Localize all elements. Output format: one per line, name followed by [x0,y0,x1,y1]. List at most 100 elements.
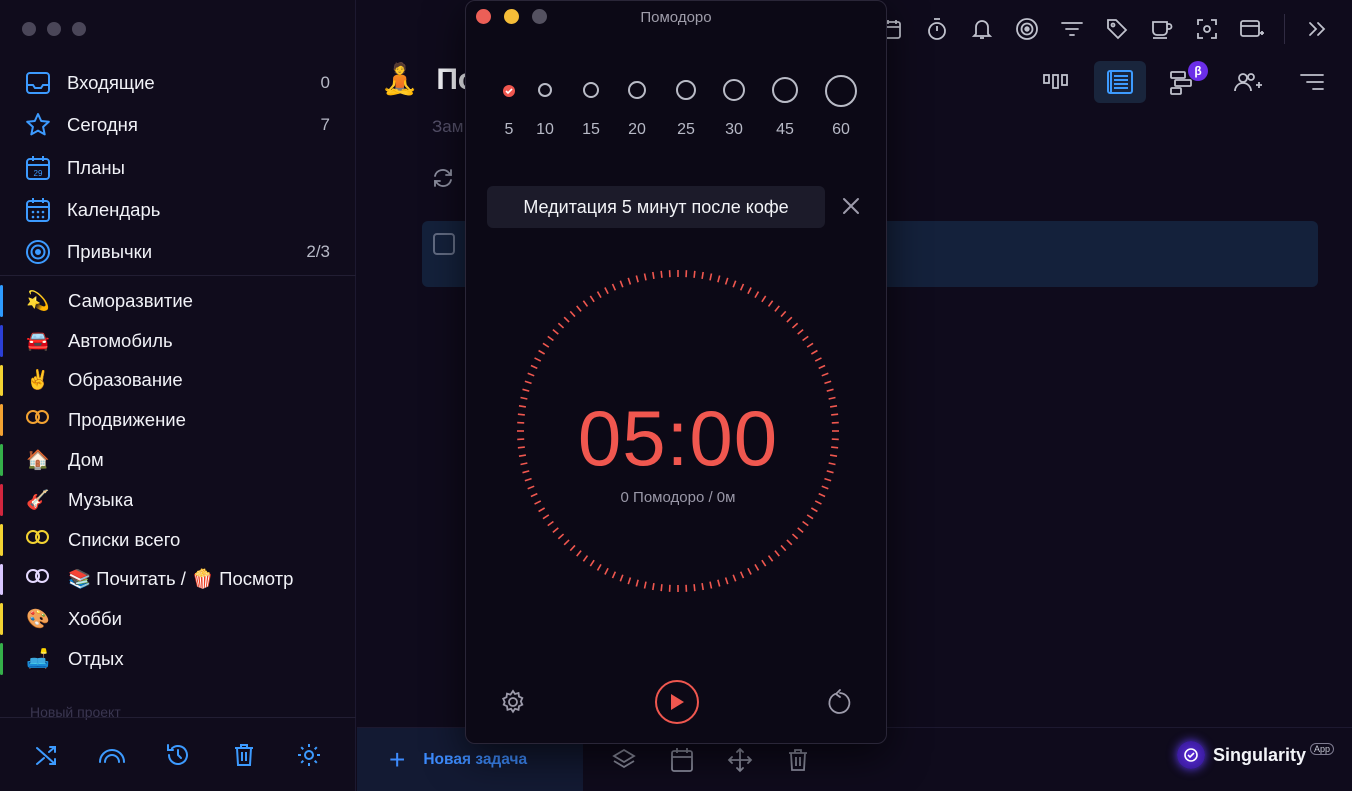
timer-tick [754,563,760,571]
project-item[interactable]: 🚘 Автомобиль [0,321,356,361]
calendar-icon[interactable] [667,744,697,776]
project-item[interactable]: 🎸 Музыка [0,480,356,520]
project-ring-icon [24,409,52,431]
tag-icon[interactable] [1104,14,1130,44]
singularity-logo-icon [1176,741,1205,769]
project-label: Образование [68,369,183,391]
timer-tick [806,342,814,348]
duration-option-45[interactable]: 45 [772,77,798,138]
project-color-bar [0,324,3,357]
focus-icon[interactable] [1194,14,1220,44]
project-label: 📚 Почитать / 🍿 Посмотреть [68,568,293,590]
habit-target-icon[interactable] [1014,14,1040,44]
project-item[interactable]: Списки всего [0,520,356,560]
coffee-icon[interactable] [1149,14,1175,44]
sort-icon[interactable] [1286,61,1338,103]
project-item[interactable]: 🎨 Хобби [0,599,356,639]
duration-option-25[interactable]: 25 [676,80,696,138]
sidebar-item-today[interactable]: Сегодня 7 [0,104,356,146]
project-item[interactable]: 🏠 Дом [0,440,356,480]
timer-tick [604,567,609,575]
filter-icon[interactable] [1059,14,1085,44]
project-list: 💫 Саморазвитие 🚘 Автомобиль ✌️ Образован… [0,281,356,679]
trash-icon[interactable] [783,744,813,776]
reset-icon[interactable] [825,687,855,717]
star-icon [24,111,52,139]
timer-tick [604,287,609,295]
play-button[interactable] [655,680,699,724]
timer-tick [767,555,774,562]
sidebar-item-calendar[interactable]: Календарь [0,189,356,231]
duration-option-30[interactable]: 30 [723,79,745,138]
gear-icon[interactable] [293,739,325,771]
close-icon[interactable] [839,194,863,218]
project-color-bar [0,404,3,437]
duration-option-5[interactable]: 5 [503,84,515,138]
timer-tick [643,581,647,589]
timer-display: 05:00 [577,394,779,482]
close-window-button[interactable] [22,22,36,36]
project-item[interactable]: ✌️ Образование [0,361,356,401]
duration-circle [538,83,552,97]
duration-selector: 5 10 15 20 25 30 45 60 [486,71,876,143]
duration-option-10[interactable]: 10 [536,83,554,138]
kanban-view-icon[interactable] [1030,61,1082,103]
move-icon[interactable] [725,744,755,776]
project-color-bar [0,444,3,476]
stopwatch-icon[interactable] [924,14,950,44]
rainbow-icon[interactable] [96,739,128,771]
history-icon[interactable] [162,739,194,771]
duration-option-60[interactable]: 60 [825,75,857,138]
duration-option-20[interactable]: 20 [628,81,646,138]
duration-circle [676,80,696,100]
list-view-icon[interactable] [1094,61,1146,103]
timer-tick [530,364,538,370]
project-label: Отдых [68,648,124,670]
shuffle-icon[interactable] [31,739,63,771]
timer-tick [611,283,617,291]
timer-tick [660,584,663,592]
sidebar-nav: Входящие 0 Сегодня 7 29 Планы Календарь [0,62,356,273]
repeat-icon[interactable] [431,166,455,195]
trash-icon[interactable] [228,739,260,771]
project-item[interactable]: 💫 Саморазвитие [0,281,356,321]
project-item[interactable]: 🛋️ Отдых [0,639,356,679]
timer-tick [635,275,639,283]
zoom-window-button[interactable] [72,22,86,36]
timer-tick [754,291,760,299]
add-window-icon[interactable] [1239,14,1265,44]
duration-value: 5 [504,121,514,138]
project-item[interactable]: Продвижение [0,400,356,440]
project-item[interactable]: 📚 Почитать / 🍿 Посмотреть [0,560,356,600]
duration-circle [825,75,857,107]
duration-circle [772,77,798,103]
gear-icon[interactable] [498,687,528,717]
sidebar-item-plans[interactable]: 29 Планы [0,147,356,189]
gantt-view-icon[interactable]: β [1158,61,1210,103]
add-user-icon[interactable] [1222,61,1274,103]
task-checkbox[interactable] [433,233,455,255]
pomodoro-window-title: Помодоро [640,9,712,26]
inbox-icon [24,69,52,97]
bell-icon[interactable] [969,14,995,44]
duration-value: 45 [776,121,794,138]
sidebar-divider [0,275,356,276]
brand-name: Singularity [1212,744,1306,765]
sidebar: Входящие 0 Сегодня 7 29 Планы Календарь [0,0,356,791]
minimize-window-button[interactable] [47,22,61,36]
timer-tick [569,544,576,552]
timer-tick [527,372,535,377]
project-color-bar [0,523,3,556]
pomodoro-task-label[interactable]: Медитация 5 минут после кофе [487,186,825,228]
sidebar-item-habits[interactable]: Привычки 2/3 [0,231,356,273]
timer-tick [542,514,550,520]
duration-option-15[interactable]: 15 [582,82,600,138]
brand-logo: Singularity App [1176,741,1334,769]
timer-dial: 05:00 0 Помодоро / 0м [516,269,840,593]
project-ring-icon [24,529,52,551]
layers-icon[interactable] [609,744,639,776]
chevrons-right-icon[interactable] [1304,14,1330,44]
page-note[interactable]: Зам [432,117,463,137]
duration-value: 30 [725,121,743,138]
sidebar-item-inbox[interactable]: Входящие 0 [0,62,356,104]
